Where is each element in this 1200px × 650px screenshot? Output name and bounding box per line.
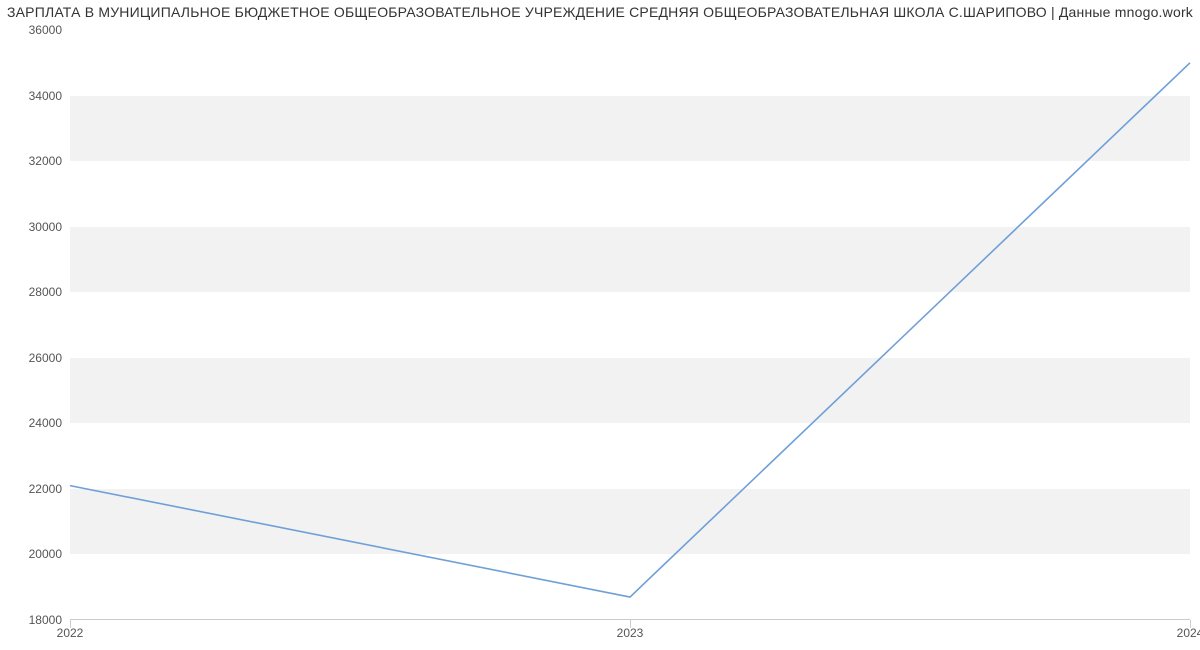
x-tick-label: 2024 [1177,620,1200,640]
y-tick-label: 22000 [29,482,70,496]
x-tick-label: 2023 [617,620,644,640]
y-tick-label: 36000 [29,23,70,37]
y-tick-label: 30000 [29,220,70,234]
y-tick-label: 32000 [29,154,70,168]
plot-area: 1800020000220002400026000280003000032000… [70,30,1190,620]
series-line [70,63,1190,597]
y-tick-label: 20000 [29,547,70,561]
x-tick-label: 2022 [57,620,84,640]
y-tick-label: 26000 [29,351,70,365]
y-tick-label: 24000 [29,416,70,430]
chart-title: ЗАРПЛАТА В МУНИЦИПАЛЬНОЕ БЮДЖЕТНОЕ ОБЩЕО… [0,4,1200,20]
line-layer [70,30,1190,620]
y-tick-label: 34000 [29,89,70,103]
chart-container: ЗАРПЛАТА В МУНИЦИПАЛЬНОЕ БЮДЖЕТНОЕ ОБЩЕО… [0,0,1200,650]
y-tick-label: 28000 [29,285,70,299]
